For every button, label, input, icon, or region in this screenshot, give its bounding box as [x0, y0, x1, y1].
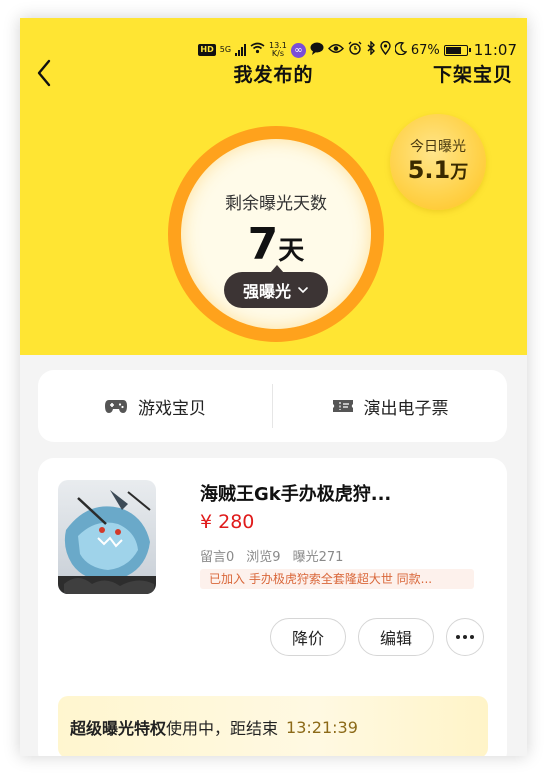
network-type: 5G — [219, 45, 232, 54]
chevron-down-icon — [298, 287, 308, 294]
network-speed: 13.1 K/s — [269, 42, 287, 58]
more-dot — [456, 635, 460, 639]
reduce-price-button[interactable]: 降价 — [270, 618, 346, 656]
privilege-status: 使用中，距结束 — [166, 719, 279, 738]
app-notification-icon: ∞ — [290, 42, 306, 58]
super-exposure-banner[interactable]: 超级曝光特权使用中，距结束 13:21:39 — [58, 696, 488, 756]
exposure-mode-label: 强曝光 — [242, 282, 291, 301]
remaining-days-label: 剩余曝光天数 — [225, 194, 327, 214]
remaining-days-number: 7 — [247, 219, 279, 270]
battery-percent: 67% — [410, 42, 440, 58]
today-exposure-number: 5.1 — [407, 156, 451, 184]
moon-icon — [394, 41, 408, 59]
wifi-icon — [250, 42, 265, 58]
category-game-items[interactable]: 游戏宝贝 — [38, 370, 272, 442]
remaining-days-value: 7天 — [181, 219, 371, 270]
item-views: 浏览9 — [246, 550, 281, 565]
remaining-days-ring: 剩余曝光天数 7天 — [168, 126, 384, 342]
more-dot — [470, 635, 474, 639]
exposure-mode-dropdown[interactable]: 强曝光 — [224, 265, 328, 308]
battery-icon — [443, 44, 471, 56]
remaining-days-unit: 天 — [278, 236, 305, 266]
edit-button[interactable]: 编辑 — [358, 618, 434, 656]
category-game-items-label: 游戏宝贝 — [138, 398, 206, 419]
category-e-tickets-label: 演出电子票 — [363, 398, 449, 419]
item-price: ¥ 280 — [200, 511, 255, 533]
item-card[interactable]: 海贼王Gk手办极虎狩... ¥ 280 留言0 浏览9 曝光271 已加入 手办… — [38, 458, 507, 756]
item-exposure: 曝光271 — [292, 550, 344, 565]
phone-screen: HD 5G 13.1 K/s ∞ 67% 11:07 我发布的 下架宝贝 剩余曝… — [20, 18, 527, 756]
item-thumbnail[interactable] — [58, 480, 156, 594]
category-bar: 游戏宝贝 演出电子票 — [38, 370, 507, 442]
item-comments: 留言0 — [200, 550, 235, 565]
clock: 11:07 — [473, 41, 517, 59]
more-dot — [463, 635, 467, 639]
status-bar: HD 5G 13.1 K/s ∞ 67% 11:07 — [198, 40, 517, 60]
hd-badge: HD — [198, 44, 216, 56]
alarm-icon — [348, 41, 362, 59]
gamepad-icon — [105, 400, 127, 413]
privilege-countdown: 13:21:39 — [286, 717, 358, 737]
item-promo-tag[interactable]: 已加入 手办极虎狩索全套隆超大世 同款... — [200, 569, 474, 589]
item-stats: 留言0 浏览9 曝光271 — [200, 546, 343, 565]
more-options-button[interactable] — [446, 618, 484, 656]
exposure-header: HD 5G 13.1 K/s ∞ 67% 11:07 我发布的 下架宝贝 剩余曝… — [20, 18, 527, 355]
message-icon — [310, 42, 324, 59]
category-e-tickets[interactable]: 演出电子票 — [273, 370, 507, 442]
offshelf-items-button[interactable]: 下架宝贝 — [433, 60, 513, 87]
privilege-text: 超级曝光特权使用中，距结束 — [70, 715, 278, 739]
privilege-name: 超级曝光特权 — [70, 719, 167, 738]
bluetooth-icon — [366, 40, 376, 59]
today-exposure-value: 5.1万 — [390, 156, 486, 184]
signal-icon — [235, 44, 247, 56]
item-title[interactable]: 海贼王Gk手办极虎狩... — [200, 480, 490, 506]
location-icon — [380, 40, 391, 59]
today-exposure-unit: 万 — [450, 162, 469, 183]
eye-icon — [327, 43, 344, 58]
today-exposure-badge: 今日曝光 5.1万 — [390, 114, 486, 210]
item-thumbnail-image — [58, 480, 156, 594]
ticket-icon — [332, 400, 353, 412]
network-speed-unit: K/s — [271, 49, 284, 58]
today-exposure-label: 今日曝光 — [410, 139, 466, 155]
